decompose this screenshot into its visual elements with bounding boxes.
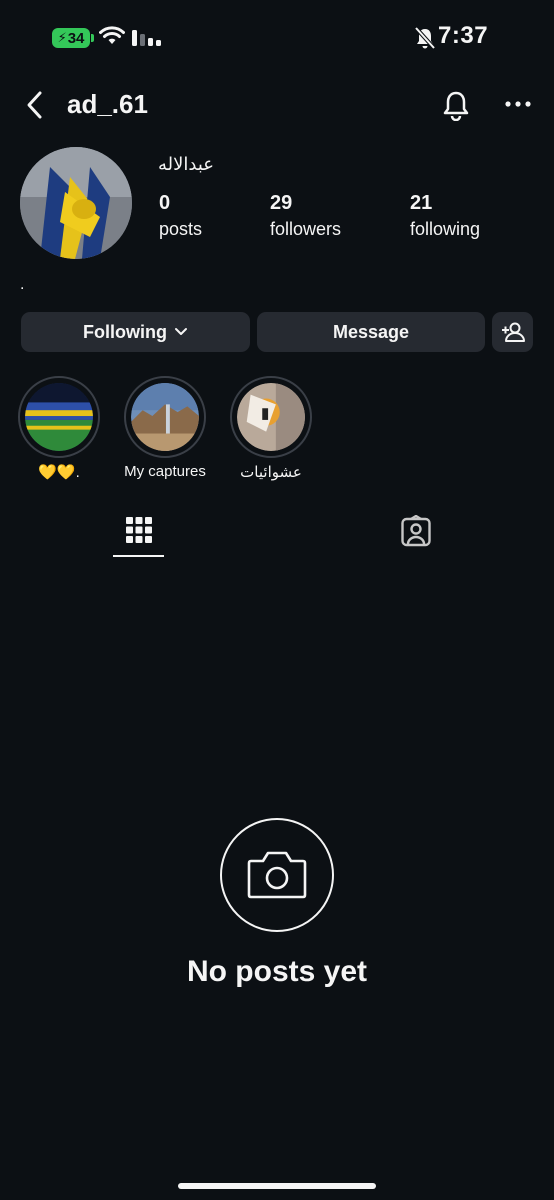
followers-count: 29 bbox=[270, 192, 293, 214]
posts-label: posts bbox=[159, 219, 203, 239]
battery-cap bbox=[91, 34, 94, 42]
message-button[interactable]: Message bbox=[257, 312, 485, 352]
highlight-1-cover bbox=[25, 383, 93, 451]
cellular-signal-icon bbox=[132, 30, 161, 46]
highlight-1-label: 💛💛. bbox=[38, 464, 80, 481]
highlight-1[interactable] bbox=[18, 376, 100, 458]
highlight-2-label: My captures bbox=[124, 463, 206, 480]
posts-grid-tab-icon[interactable] bbox=[126, 517, 152, 543]
following-button-label: Following bbox=[83, 321, 167, 342]
wifi-icon bbox=[99, 26, 125, 44]
message-button-label: Message bbox=[332, 321, 410, 342]
bell-muted-icon bbox=[414, 26, 436, 50]
home-indicator[interactable] bbox=[178, 1183, 376, 1189]
suggested-users-button[interactable] bbox=[492, 312, 533, 352]
active-tab-indicator bbox=[113, 555, 164, 557]
followers-stat[interactable]: 29 followers bbox=[270, 192, 341, 240]
status-time: 7:37 bbox=[438, 22, 489, 49]
back-arrow-icon[interactable] bbox=[24, 90, 46, 120]
following-count: 21 bbox=[410, 192, 433, 214]
following-label: following bbox=[410, 219, 481, 239]
highlight-3[interactable] bbox=[230, 376, 312, 458]
profile-avatar[interactable] bbox=[20, 147, 132, 259]
profile-username: ad_.61 bbox=[67, 89, 148, 119]
following-button[interactable]: Following bbox=[21, 312, 250, 352]
avatar-image bbox=[20, 147, 132, 259]
highlight-2[interactable] bbox=[124, 376, 206, 458]
notification-bell-icon[interactable] bbox=[441, 89, 471, 121]
battery-level: 34 bbox=[67, 29, 85, 47]
add-person-icon bbox=[501, 322, 525, 342]
empty-state-circle bbox=[220, 818, 334, 932]
tagged-tab-icon[interactable] bbox=[401, 515, 431, 547]
highlight-3-cover bbox=[237, 383, 305, 451]
camera-icon bbox=[247, 851, 307, 899]
highlight-2-cover bbox=[131, 383, 199, 451]
posts-stat[interactable]: 0 posts bbox=[159, 192, 202, 240]
highlight-3-label: عشوائيات bbox=[240, 464, 302, 481]
more-options-icon[interactable] bbox=[505, 100, 531, 108]
no-posts-message: No posts yet bbox=[186, 955, 368, 988]
following-stat[interactable]: 21 following bbox=[410, 192, 480, 240]
profile-display-name: عبدالاله bbox=[158, 154, 215, 174]
profile-bio: . bbox=[20, 276, 25, 293]
followers-label: followers bbox=[270, 219, 342, 239]
posts-count: 0 bbox=[159, 192, 171, 214]
chevron-down-icon bbox=[174, 328, 187, 335]
battery-icon: ⚡ 34 bbox=[52, 28, 90, 48]
